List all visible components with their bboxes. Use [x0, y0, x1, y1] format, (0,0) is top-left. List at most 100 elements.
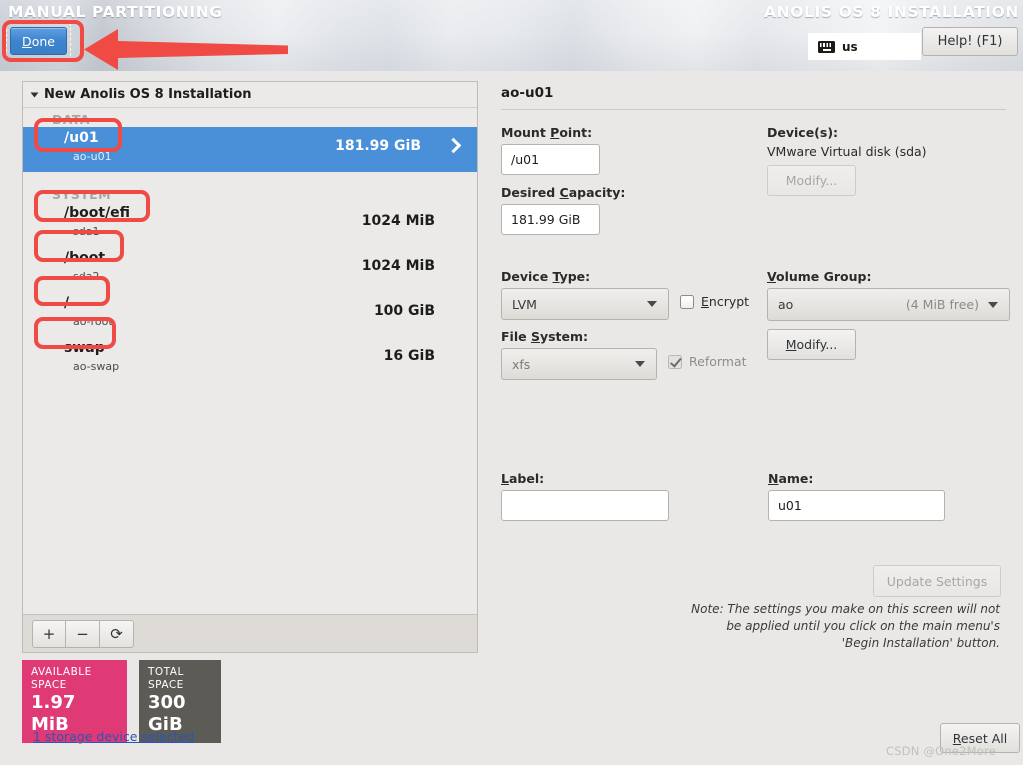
- partition-mount-point: /boot: [64, 250, 106, 266]
- partition-size: 181.99 GiB: [335, 138, 421, 154]
- desired-capacity-input[interactable]: 181.99 GiB: [501, 204, 600, 235]
- label-accel: L: [501, 471, 509, 486]
- plus-icon: +: [42, 624, 56, 643]
- device-type-accel: T: [552, 269, 560, 284]
- help-button-label: Help! (F1): [937, 34, 1003, 49]
- devices-label: Device(s):: [767, 125, 839, 140]
- name-accel: N: [768, 471, 779, 486]
- partition-device-name: ao-swap: [73, 360, 120, 373]
- total-space-label: TOTAL SPACE: [148, 666, 184, 691]
- help-button[interactable]: Help! (F1): [922, 27, 1018, 56]
- partition-list[interactable]: DATA /u01 ao-u01 181.99 GiB SYSTEM /boot…: [23, 109, 477, 613]
- reload-partitions-button[interactable]: ⟳: [100, 619, 134, 648]
- minus-icon: −: [76, 624, 89, 643]
- mount-point-label: Mount Point:: [501, 125, 593, 140]
- keyboard-layout-label: us: [842, 39, 858, 54]
- volume-group-free: (4 MiB free): [905, 297, 979, 312]
- modify-devices-button[interactable]: Modify...: [767, 165, 856, 196]
- done-accel: D: [22, 33, 32, 49]
- desired-capacity-value: 181.99 GiB: [511, 212, 581, 227]
- label-field-label: Label:: [501, 471, 545, 486]
- chevron-right-icon: [445, 137, 462, 154]
- partition-size: 16 GiB: [383, 348, 435, 364]
- desired-capacity-accel: C: [559, 185, 569, 200]
- partition-size: 100 GiB: [373, 303, 435, 319]
- detail-divider: [501, 109, 1006, 110]
- devices-value: VMware Virtual disk (sda): [767, 144, 927, 159]
- file-system-select[interactable]: xfs: [501, 348, 657, 380]
- encrypt-checkbox-box[interactable]: [680, 294, 694, 309]
- group-label-data: DATA: [52, 112, 90, 127]
- table-row[interactable]: /boot/efi sda1 1024 MiB: [23, 202, 477, 247]
- add-partition-button[interactable]: +: [32, 619, 66, 648]
- partition-device-name: ao-u01: [73, 150, 112, 163]
- volume-group-value: ao: [778, 297, 794, 312]
- table-row[interactable]: /u01 ao-u01 181.99 GiB: [23, 127, 477, 172]
- reformat-label: Reformat: [689, 354, 747, 369]
- mount-point-accel: P: [550, 125, 560, 140]
- partition-size: 1024 MiB: [361, 213, 435, 229]
- installation-page-header[interactable]: New Anolis OS 8 Installation: [23, 82, 477, 108]
- table-row[interactable]: swap ao-swap 16 GiB: [23, 337, 477, 382]
- desired-capacity-label: Desired Capacity:: [501, 185, 626, 200]
- name-value: u01: [778, 498, 802, 513]
- update-settings-label: Update Settings: [886, 573, 988, 589]
- volume-group-accel: V: [767, 269, 776, 284]
- reformat-checkbox[interactable]: Reformat: [668, 354, 747, 369]
- detail-title: ao-u01: [501, 85, 554, 101]
- chevron-down-icon[interactable]: [30, 92, 39, 97]
- partition-list-panel: New Anolis OS 8 Installation DATA /u01 a…: [22, 81, 478, 653]
- partition-device-name: ao-root: [73, 315, 113, 328]
- installation-page-title: New Anolis OS 8 Installation: [44, 87, 252, 102]
- partition-device-name: sda1: [73, 225, 100, 238]
- available-space-label: AVAILABLE SPACE: [31, 666, 92, 691]
- file-system-value: xfs: [512, 356, 531, 372]
- encrypt-checkbox[interactable]: Encrypt: [680, 294, 749, 309]
- modify-vg-label: Modify...: [785, 337, 838, 352]
- device-type-label: Device Type:: [501, 269, 591, 284]
- group-label-system: SYSTEM: [52, 187, 111, 202]
- modify-vg-accel: M: [785, 337, 797, 352]
- chevron-down-icon: [988, 301, 998, 308]
- partition-device-name: sda2: [73, 270, 100, 283]
- partition-mount-point: /u01: [64, 130, 99, 146]
- installer-header: MANUAL PARTITIONING ANOLIS OS 8 INSTALLA…: [0, 0, 1023, 71]
- reformat-checkbox-box[interactable]: [668, 354, 682, 369]
- mount-point-value: /u01: [511, 152, 540, 167]
- modify-volume-group-button[interactable]: Modify...: [767, 329, 856, 360]
- keyboard-icon: [818, 40, 835, 53]
- encrypt-accel: E: [701, 294, 709, 309]
- name-input[interactable]: u01: [768, 490, 945, 521]
- name-field-label: Name:: [768, 471, 814, 486]
- done-button-label: Done: [22, 34, 55, 49]
- done-rest: one: [31, 33, 55, 49]
- partition-size: 1024 MiB: [361, 258, 435, 274]
- partition-mount-point: /boot/efi: [64, 205, 131, 221]
- keyboard-layout-indicator[interactable]: us: [808, 33, 921, 60]
- modify-devices-label: Modify...: [785, 173, 838, 188]
- partition-mount-point: swap: [64, 340, 105, 356]
- volume-group-select[interactable]: ao (4 MiB free): [767, 288, 1010, 321]
- device-type-value: LVM: [512, 296, 537, 312]
- installer-title: ANOLIS OS 8 INSTALLATION: [764, 3, 1019, 21]
- chevron-down-icon: [647, 301, 657, 307]
- page-title: MANUAL PARTITIONING: [8, 3, 223, 21]
- device-type-select[interactable]: LVM: [501, 288, 669, 320]
- refresh-icon: ⟳: [110, 624, 123, 643]
- storage-device-link[interactable]: 1 storage device selected: [33, 729, 194, 744]
- mount-point-input[interactable]: /u01: [501, 144, 600, 175]
- table-row[interactable]: /boot sda2 1024 MiB: [23, 247, 477, 292]
- partition-mount-point: /: [64, 295, 70, 311]
- update-settings-button[interactable]: Update Settings: [873, 565, 1001, 597]
- settings-note: Note: The settings you make on this scre…: [691, 602, 1000, 650]
- done-button[interactable]: Done: [10, 27, 67, 55]
- partition-detail-panel: ao-u01 Mount Point: /u01 Desired Capacit…: [495, 81, 1023, 765]
- table-row[interactable]: / ao-root 100 GiB: [23, 292, 477, 337]
- file-system-accel: S: [530, 329, 540, 344]
- watermark: CSDN @One2More: [886, 744, 996, 758]
- label-input[interactable]: [501, 490, 669, 521]
- chevron-down-icon: [635, 361, 645, 367]
- partition-list-toolbar: + − ⟳: [23, 614, 477, 652]
- volume-group-label: Volume Group:: [767, 269, 872, 284]
- remove-partition-button[interactable]: −: [66, 619, 100, 648]
